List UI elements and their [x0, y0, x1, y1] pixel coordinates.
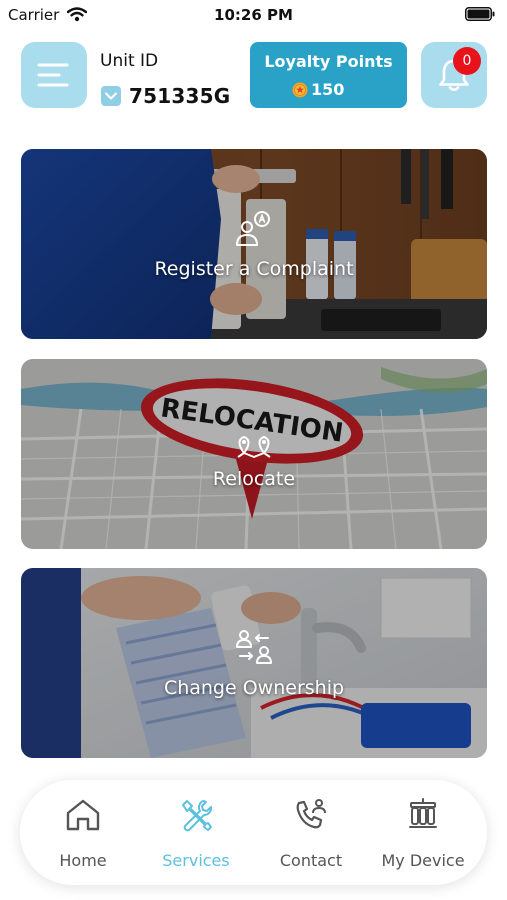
loyalty-points-row: 150 — [292, 80, 344, 99]
complaint-user-icon — [236, 211, 270, 246]
loyalty-points-title: Loyalty Points — [264, 52, 393, 71]
nav-label-contact: Contact — [279, 851, 343, 870]
notification-count-badge: 0 — [453, 47, 481, 75]
home-icon — [66, 799, 100, 831]
change-ownership-label: Change Ownership — [163, 677, 345, 699]
nav-item-home[interactable]: Home — [28, 780, 138, 885]
location-pins-icon — [237, 436, 271, 458]
register-complaint-label: Register a Complaint — [154, 258, 354, 280]
unit-id-label: Unit ID — [100, 51, 159, 71]
battery-icon — [465, 7, 495, 21]
loyalty-points-value: 150 — [311, 80, 345, 99]
loyalty-points-card[interactable]: Loyalty Points 150 — [250, 42, 407, 108]
unit-id-value: 751335G — [129, 84, 231, 108]
coin-icon — [292, 82, 308, 97]
menu-button[interactable] — [21, 42, 87, 108]
transfer-users-icon — [236, 630, 272, 664]
nav-item-contact[interactable]: Contact — [256, 780, 366, 885]
menu-icon — [37, 63, 69, 87]
nav-item-my-device[interactable]: My Device — [368, 780, 478, 885]
nav-label-services: Services — [162, 851, 230, 870]
change-ownership-card[interactable]: Change Ownership — [21, 568, 487, 758]
nav-label-my-device: My Device — [381, 851, 465, 870]
unit-id-selector[interactable]: 751335G — [101, 84, 230, 108]
relocate-label: Relocate — [212, 468, 296, 490]
phone-icon — [296, 799, 326, 829]
bottom-navigation: Home Services Contact My Device — [20, 780, 487, 885]
tools-icon — [182, 800, 213, 832]
relocate-card[interactable]: RELOCATION Relocate — [21, 359, 487, 549]
nav-item-services[interactable]: Services — [141, 780, 251, 885]
water-filter-icon — [409, 798, 437, 828]
register-complaint-card[interactable]: Register a Complaint — [21, 149, 487, 339]
chevron-down-icon — [101, 86, 121, 106]
status-bar: Carrier 10:26 PM — [0, 0, 507, 32]
status-time: 10:26 PM — [214, 6, 293, 24]
nav-label-home: Home — [59, 851, 107, 870]
